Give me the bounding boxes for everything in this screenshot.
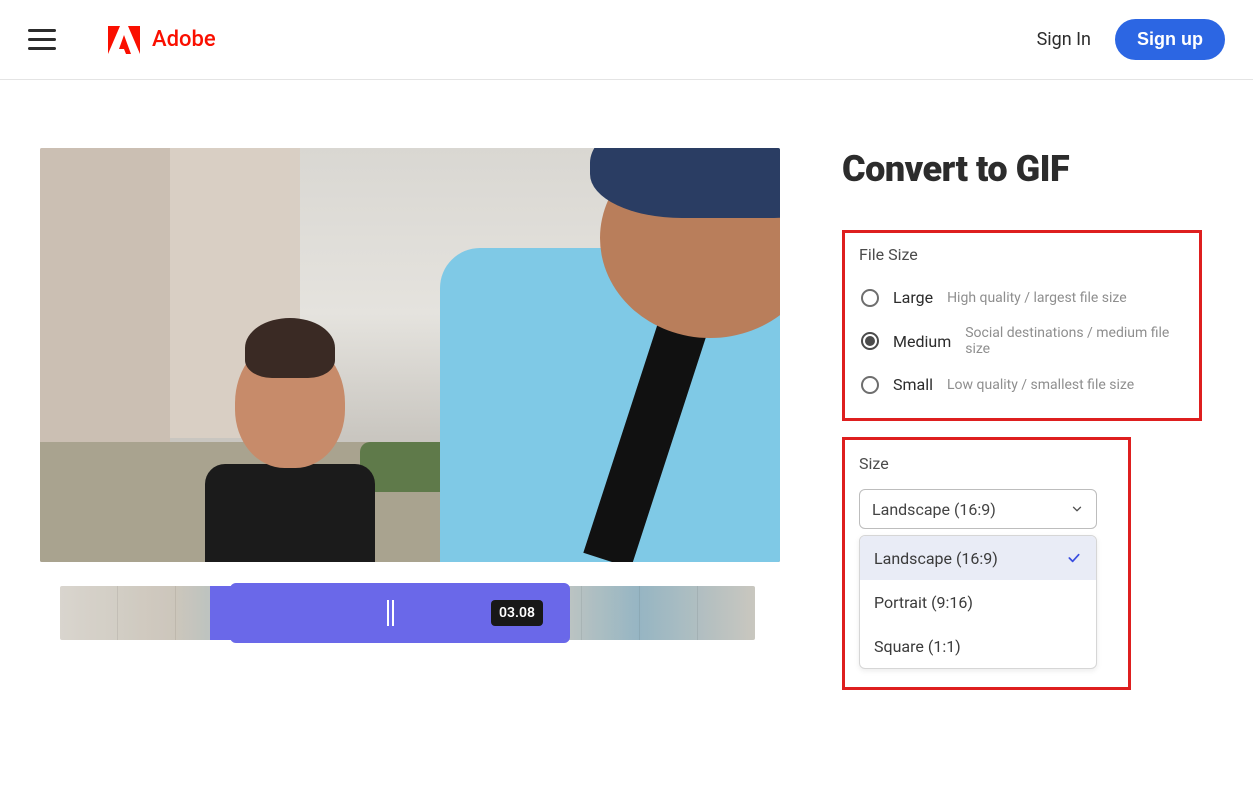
size-option-landscape[interactable]: Landscape (16:9) — [860, 536, 1096, 580]
file-size-option-medium[interactable]: Medium Social destinations / medium file… — [859, 317, 1185, 367]
adobe-logo-icon — [108, 26, 140, 54]
sign-up-button[interactable]: Sign up — [1115, 19, 1225, 60]
aspect-size-section: Size Landscape (16:9) Landscape (16:9) P… — [842, 437, 1131, 690]
timeline-duration-badge: 03.08 — [491, 600, 543, 626]
chevron-down-icon — [1070, 502, 1084, 516]
brand-logo[interactable]: Adobe — [108, 26, 216, 54]
size-select-value: Landscape (16:9) — [872, 500, 996, 519]
radio-icon — [861, 289, 879, 307]
header-actions: Sign In Sign up — [1037, 19, 1225, 60]
size-title: Size — [859, 454, 1114, 473]
radio-desc: Low quality / smallest file size — [947, 377, 1134, 393]
file-size-option-large[interactable]: Large High quality / largest file size — [859, 280, 1185, 317]
radio-label: Large — [893, 288, 933, 307]
timeline-selection[interactable]: 03.08 — [230, 583, 570, 643]
main-content: 03.08 Convert to GIF File Size Large Hig… — [0, 80, 1253, 746]
size-select[interactable]: Landscape (16:9) — [859, 489, 1097, 529]
timeline-track[interactable]: 03.08 — [60, 586, 755, 640]
radio-label: Medium — [893, 332, 951, 351]
size-option-portrait[interactable]: Portrait (9:16) — [860, 580, 1096, 624]
brand-name: Adobe — [152, 27, 216, 52]
app-header: Adobe Sign In Sign up — [0, 0, 1253, 80]
option-label: Square (1:1) — [874, 637, 961, 656]
size-dropdown: Landscape (16:9) Portrait (9:16) Square … — [859, 535, 1097, 669]
radio-desc: Social destinations / medium file size — [965, 325, 1185, 357]
radio-desc: High quality / largest file size — [947, 290, 1127, 306]
file-size-title: File Size — [859, 245, 1185, 264]
settings-panel: Convert to GIF File Size Large High qual… — [842, 148, 1202, 706]
option-label: Portrait (9:16) — [874, 593, 973, 612]
video-preview[interactable] — [40, 148, 780, 562]
size-option-square[interactable]: Square (1:1) — [860, 624, 1096, 668]
menu-hamburger-icon[interactable] — [28, 29, 56, 50]
file-size-option-small[interactable]: Small Low quality / smallest file size — [859, 367, 1185, 404]
sign-in-link[interactable]: Sign In — [1037, 29, 1091, 50]
option-label: Landscape (16:9) — [874, 549, 998, 568]
page-title: Convert to GIF — [842, 148, 1202, 190]
radio-icon — [861, 376, 879, 394]
radio-icon — [861, 332, 879, 350]
radio-label: Small — [893, 375, 933, 394]
file-size-section: File Size Large High quality / largest f… — [842, 230, 1202, 421]
check-icon — [1066, 550, 1082, 566]
video-panel: 03.08 — [40, 148, 780, 706]
